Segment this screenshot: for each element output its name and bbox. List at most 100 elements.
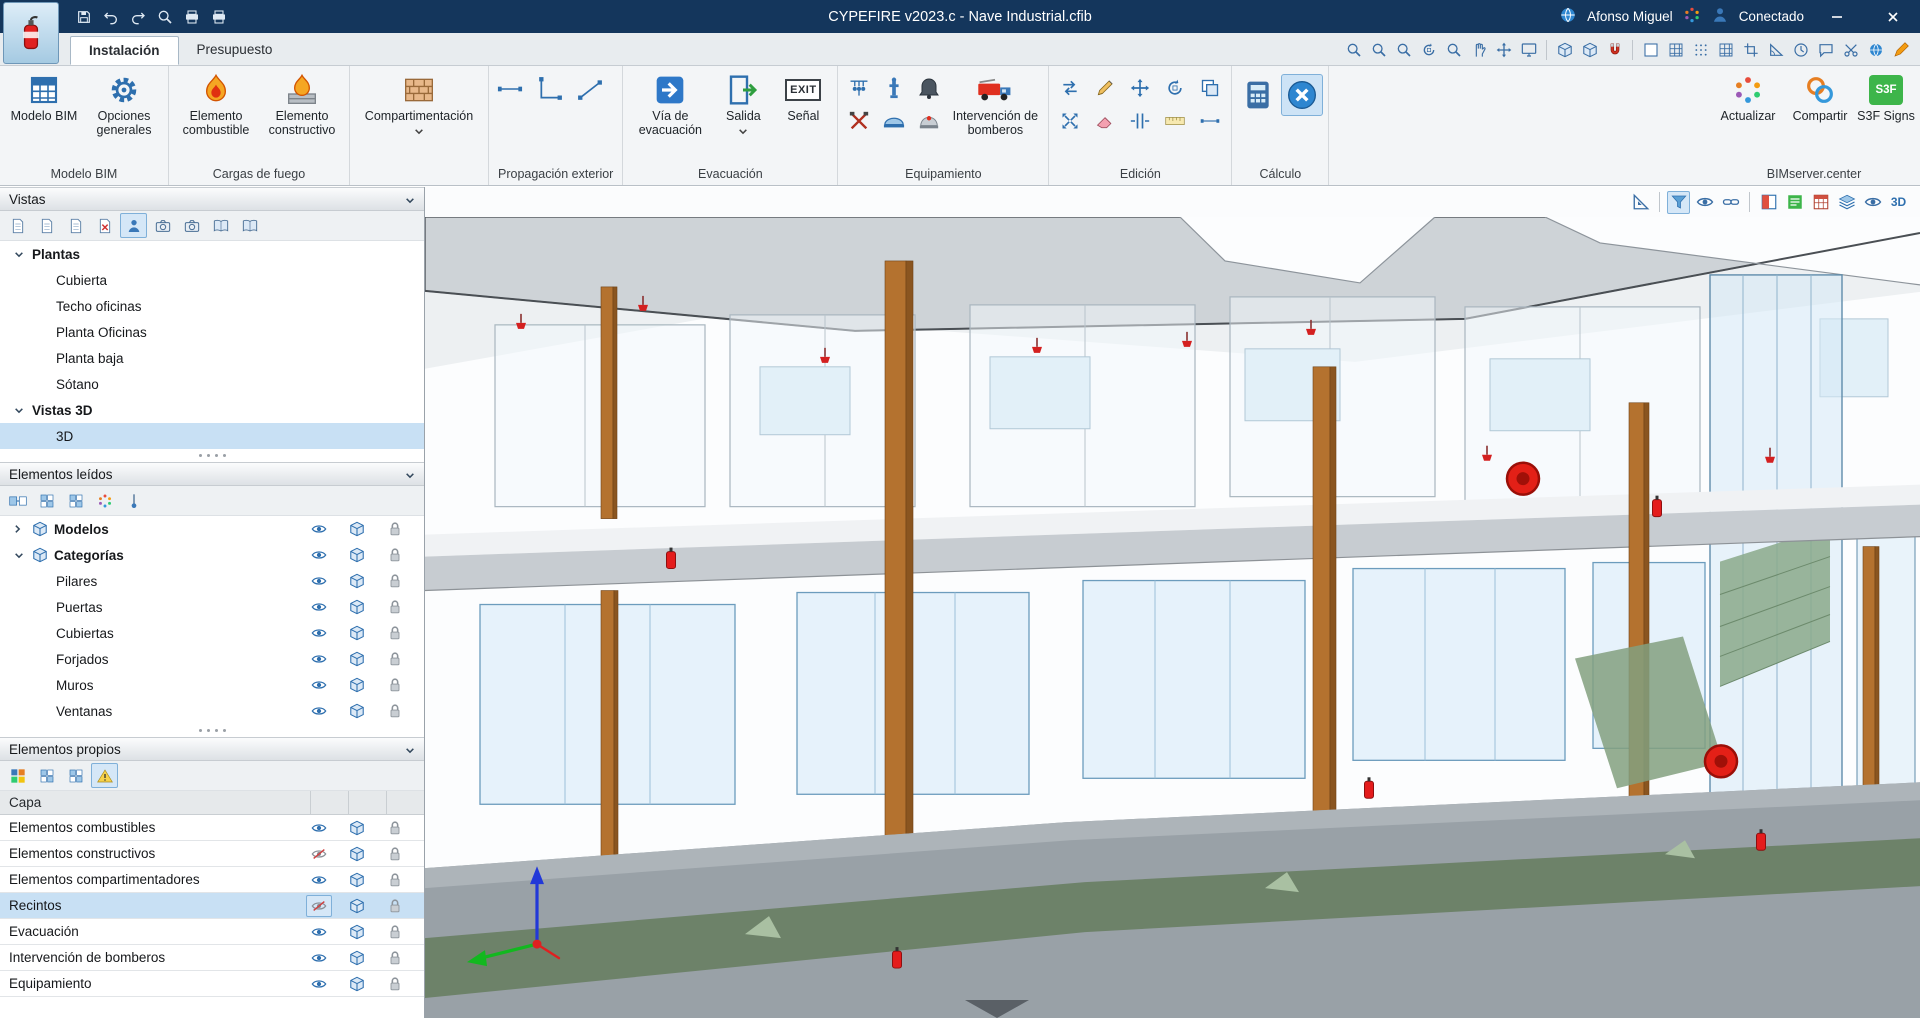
tree-item-puertas[interactable]: Puertas [0, 594, 424, 620]
collapse-chevron-icon[interactable] [405, 467, 415, 482]
fachada-corner-icon[interactable] [534, 74, 566, 104]
lock-toggle[interactable] [376, 846, 414, 862]
comment-icon[interactable] [1814, 38, 1837, 61]
tree-item-forjados[interactable]: Forjados [0, 646, 424, 672]
sprinkler-branch-icon[interactable] [843, 73, 875, 103]
compare-models-icon[interactable] [4, 488, 31, 513]
solid-toggle[interactable] [338, 898, 376, 914]
visibility-toggle[interactable] [300, 651, 338, 667]
redo-button[interactable] [124, 4, 151, 29]
tree-item-modelos[interactable]: Modelos [0, 516, 424, 542]
visibility-toggle[interactable] [300, 924, 338, 940]
visibility-toggle[interactable] [300, 547, 338, 563]
delete-view-icon[interactable] [91, 213, 118, 238]
lock-toggle[interactable] [376, 924, 414, 940]
solid-toggle[interactable] [338, 703, 376, 719]
solid-toggle[interactable] [338, 677, 376, 693]
panel-header-elementos-propios[interactable]: Elementos propios [0, 737, 424, 761]
salida-button[interactable]: Salida [714, 68, 772, 138]
solid-toggle[interactable] [338, 625, 376, 641]
print-settings-button[interactable] [205, 4, 232, 29]
via-de-evacuacion-button[interactable]: Vía de evacuación [628, 68, 712, 137]
redraw-icon[interactable] [1417, 38, 1440, 61]
panel-splitter[interactable] [0, 449, 424, 462]
close-button[interactable] [1870, 0, 1916, 33]
chevron-down-icon[interactable] [14, 407, 32, 414]
angle-icon[interactable] [1764, 38, 1787, 61]
tree-item-planta-baja[interactable]: Planta baja [0, 345, 424, 371]
visibility-toggle[interactable] [300, 625, 338, 641]
visibility-toggle[interactable] [300, 521, 338, 537]
lock-toggle[interactable] [376, 521, 414, 537]
visibility-toggle[interactable] [300, 573, 338, 589]
solid-toggle[interactable] [338, 820, 376, 836]
fachada-line-icon[interactable] [494, 74, 526, 104]
solid-toggle[interactable] [338, 651, 376, 667]
report-icon[interactable] [207, 213, 234, 238]
tree-item-muros[interactable]: Muros [0, 672, 424, 698]
lock-toggle[interactable] [376, 950, 414, 966]
solid-toggle[interactable] [338, 950, 376, 966]
tree-item-3d[interactable]: 3D [0, 423, 424, 449]
filter-funnel-icon[interactable] [1667, 190, 1690, 214]
fire-alarm-bell-icon[interactable] [913, 73, 945, 103]
transform-arrows-icon[interactable] [1054, 73, 1086, 103]
new-view-icon[interactable] [4, 213, 31, 238]
lock-toggle[interactable] [376, 976, 414, 992]
visibility-toggle[interactable] [300, 677, 338, 693]
collapse-chevron-icon[interactable] [405, 192, 415, 207]
green-plan-icon[interactable] [1783, 191, 1806, 214]
layer-row-elementos-constructivos[interactable]: Elementos constructivos [0, 841, 424, 867]
calculator-icon[interactable] [1237, 74, 1279, 116]
siren-dome-icon[interactable] [913, 106, 945, 136]
intervencion-bomberos-button[interactable]: Intervención de bomberos [947, 68, 1043, 137]
lock-toggle[interactable] [376, 677, 414, 693]
collapse-chevron-icon[interactable] [405, 742, 415, 757]
tree-item-cubiertas[interactable]: Cubiertas [0, 620, 424, 646]
lock-toggle[interactable] [376, 651, 414, 667]
lock-toggle[interactable] [376, 820, 414, 836]
hose-nozzle-icon[interactable] [843, 106, 875, 136]
tree-item-plantas[interactable]: Plantas [0, 241, 424, 267]
pin-icon[interactable] [120, 488, 147, 513]
tree-item-cubierta[interactable]: Cubierta [0, 267, 424, 293]
cubierta-line-icon[interactable] [574, 74, 606, 104]
solid-toggle[interactable] [338, 924, 376, 940]
export-view-icon[interactable] [1517, 38, 1540, 61]
visibility-toggle[interactable] [300, 703, 338, 719]
chevron-down-icon[interactable] [14, 251, 32, 258]
report-2-icon[interactable] [236, 213, 263, 238]
lock-toggle[interactable] [376, 703, 414, 719]
solid-toggle[interactable] [338, 872, 376, 888]
layer-row-evacuacion[interactable]: Evacuación [0, 919, 424, 945]
rotate-icon[interactable] [1159, 73, 1191, 103]
tab-instalacion[interactable]: Instalación [70, 36, 179, 65]
copy-icon[interactable] [1194, 73, 1226, 103]
duplicate-view-icon[interactable] [62, 213, 89, 238]
edit-pencil-icon[interactable] [1089, 73, 1121, 103]
app-menu-button[interactable] [3, 2, 59, 64]
solid-toggle[interactable] [338, 573, 376, 589]
section-box-icon[interactable] [1757, 191, 1780, 214]
layer-colors-icon[interactable] [4, 763, 31, 788]
update-clock-icon[interactable] [1789, 38, 1812, 61]
solid-toggle[interactable] [338, 547, 376, 563]
capture-view-2-icon[interactable] [178, 213, 205, 238]
lock-toggle[interactable] [376, 599, 414, 615]
tree-item-sotano[interactable]: Sótano [0, 371, 424, 397]
edit-view-icon[interactable] [33, 213, 60, 238]
tab-presupuesto[interactable]: Presupuesto [179, 36, 291, 65]
lock-toggle[interactable] [376, 872, 414, 888]
zoom-previous-icon[interactable] [1442, 38, 1465, 61]
shaded-mode-icon[interactable] [1578, 38, 1601, 61]
tree-item-ventanas[interactable]: Ventanas [0, 698, 424, 724]
sync-models-icon[interactable] [91, 488, 118, 513]
panel-splitter[interactable] [0, 724, 424, 737]
tree-item-techo-oficinas[interactable]: Techo oficinas [0, 293, 424, 319]
chevron-down-icon[interactable] [14, 552, 32, 559]
calculate-sphere-icon[interactable] [1281, 74, 1324, 116]
smoke-detector-icon[interactable] [878, 106, 910, 136]
elemento-combustible-button[interactable]: Elemento combustible [174, 68, 258, 137]
capture-view-icon[interactable] [149, 213, 176, 238]
tile-layers-icon[interactable] [33, 763, 60, 788]
